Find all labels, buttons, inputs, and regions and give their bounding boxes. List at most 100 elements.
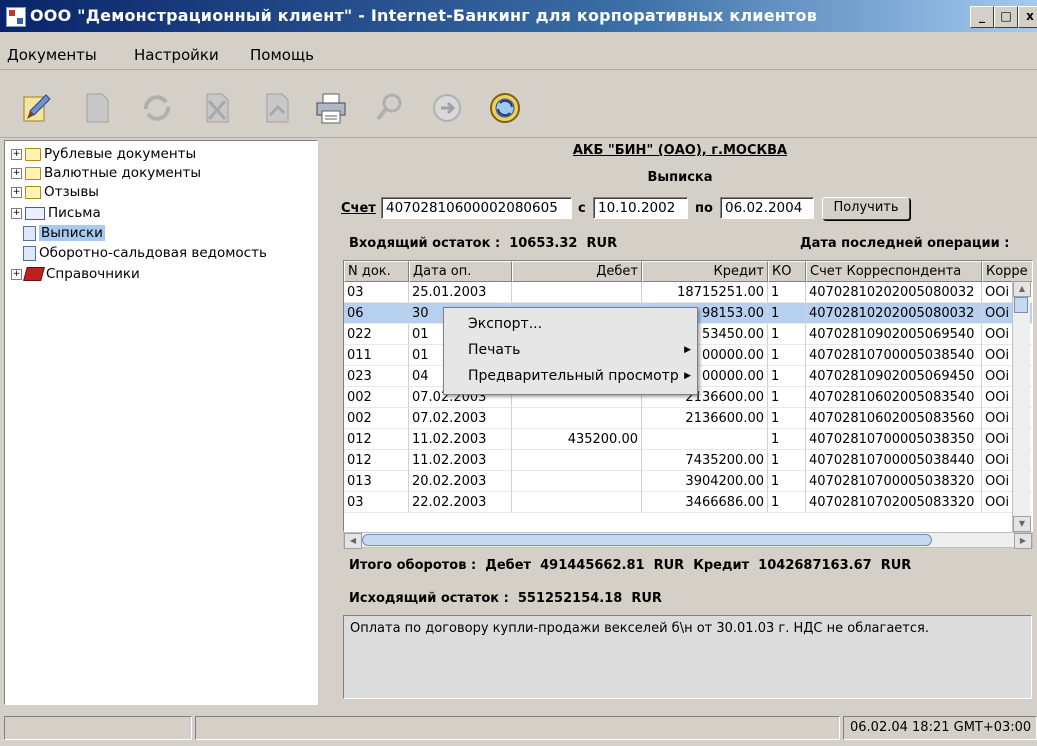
folder-icon [25, 147, 41, 161]
cell-ko: 1 [768, 324, 806, 345]
minimize-button[interactable]: _ [970, 6, 994, 28]
tree-item-letters[interactable]: + Письма [11, 204, 101, 222]
cell-debit [512, 408, 642, 429]
cell-doc-number: 012 [344, 450, 409, 471]
cell-debit [512, 471, 642, 492]
cell-operation-date: 25.01.2003 [409, 282, 512, 303]
horizontal-scrollbar[interactable]: ◀ ▶ [343, 532, 1033, 549]
folder-icon [25, 166, 41, 180]
cell-correspondent-account: 40702810700005038540 [806, 345, 982, 366]
expand-icon[interactable]: + [11, 186, 22, 198]
document-icon[interactable] [78, 89, 116, 127]
submenu-arrow-icon: ▶ [684, 345, 691, 355]
get-button[interactable]: Получить [822, 197, 910, 220]
table-row[interactable]: 012 11.02.2003 435200.00 1 40702810700005038… [344, 429, 1032, 450]
folder-icon [25, 185, 41, 199]
vertical-scrollbar[interactable]: ▲ ▼ [1012, 281, 1031, 532]
table-row[interactable]: 012 11.02.2003 7435200.00 1 4070281070000503… [344, 450, 1032, 471]
account-field[interactable]: 40702810600002080605 [381, 197, 572, 219]
date-to-field[interactable]: 06.02.2004 [720, 197, 814, 219]
statement-table: N док. Дата оп. Дебет Кредит КО Счет Кор… [343, 260, 1033, 532]
toolbar [0, 73, 1037, 138]
cell-correspondent-account: 40702810202005080032 [806, 282, 982, 303]
scroll-right-icon[interactable]: ▶ [1014, 533, 1032, 549]
cell-doc-number: 011 [344, 345, 409, 366]
menu-documents[interactable]: Документы [7, 46, 97, 64]
table-row[interactable]: 002 07.02.2003 2136600.00 1 4070281060200508… [344, 408, 1032, 429]
tree-item-label: Выписки [39, 225, 105, 241]
delete-icon[interactable] [198, 89, 236, 127]
tree-item-directories[interactable]: + Справочники [11, 265, 140, 283]
menu-item-label: Экспорт... [468, 316, 543, 332]
expand-icon[interactable]: + [11, 207, 22, 219]
cell-credit [642, 429, 768, 450]
cell-doc-number: 06 [344, 303, 409, 324]
opening-balance: Входящий остаток : 10653.32 RUR [349, 236, 618, 251]
turnover-totals: Итого оборотов : Дебет 491445662.81 RUR … [349, 558, 912, 573]
expand-icon[interactable]: + [11, 167, 22, 179]
send-icon[interactable] [428, 89, 466, 127]
cell-operation-date: 20.02.2003 [409, 471, 512, 492]
expand-icon[interactable]: + [11, 148, 22, 160]
date-from-field[interactable]: 10.10.2002 [593, 197, 688, 219]
column-header-ko[interactable]: КО [768, 261, 806, 282]
cell-debit: 435200.00 [512, 429, 642, 450]
tree-item-label: Оборотно-сальдовая ведомость [39, 245, 267, 261]
from-label: с [578, 201, 586, 216]
scroll-thumb[interactable] [362, 534, 932, 546]
submenu-arrow-icon: ▶ [684, 371, 691, 381]
cell-correspondent-account: 40702810702005083320 [806, 492, 982, 513]
cell-doc-number: 022 [344, 324, 409, 345]
menu-item-label: Предварительный просмотр [468, 368, 679, 384]
cell-ko: 1 [768, 387, 806, 408]
sign-icon[interactable] [258, 89, 296, 127]
menu-item-preview[interactable]: Предварительный просмотр ▶ [444, 364, 699, 388]
cell-operation-date: 22.02.2003 [409, 492, 512, 513]
search-icon[interactable] [370, 89, 408, 127]
menu-item-export[interactable]: Экспорт... [444, 312, 699, 336]
printer-icon[interactable] [312, 89, 350, 127]
column-header-doc-number[interactable]: N док. [344, 261, 409, 282]
cell-ko: 1 [768, 492, 806, 513]
cell-ko: 1 [768, 282, 806, 303]
table-row[interactable]: 013 20.02.2003 3904200.00 1 4070281070000503… [344, 471, 1032, 492]
table-row[interactable]: 03 22.02.2003 3466686.00 1 40702810702005083… [344, 492, 1032, 513]
tree-item-ruble-documents[interactable]: + Рублевые документы [11, 145, 196, 163]
title-bar[interactable]: ООО "Демонстрационный клиент" - Internet… [0, 0, 1037, 32]
tree-item-turnover-sheet[interactable]: Оборотно-сальдовая ведомость [23, 244, 267, 262]
scroll-thumb[interactable] [1014, 297, 1028, 313]
column-header-debit[interactable]: Дебет [512, 261, 642, 282]
cell-operation-date: 11.02.2003 [409, 429, 512, 450]
edit-icon[interactable] [18, 89, 56, 127]
tree-item-statements[interactable]: Выписки [23, 224, 105, 242]
maximize-button[interactable]: □ [994, 6, 1018, 28]
column-header-operation-date[interactable]: Дата оп. [409, 261, 512, 282]
cell-doc-number: 012 [344, 429, 409, 450]
tree-item-revocations[interactable]: + Отзывы [11, 183, 99, 201]
expand-icon[interactable]: + [11, 268, 22, 280]
tree-item-label: Рублевые документы [44, 146, 197, 162]
cell-ko: 1 [768, 345, 806, 366]
menu-help[interactable]: Помощь [250, 46, 314, 64]
tree-item-label: Письма [48, 205, 101, 221]
scroll-left-icon[interactable]: ◀ [344, 533, 362, 549]
cell-correspondent-account: 40702810902005069450 [806, 366, 982, 387]
context-menu: Экспорт... Печать ▶ Предварительный прос… [443, 307, 698, 395]
menu-settings[interactable]: Настройки [134, 46, 219, 64]
cell-doc-number: 03 [344, 492, 409, 513]
table-row[interactable]: 03 25.01.2003 18715251.00 1 4070281020200508… [344, 282, 1032, 303]
cell-correspondent-account: 40702810700005038440 [806, 450, 982, 471]
column-header-correspondent-account[interactable]: Счет Корреспондента [806, 261, 982, 282]
refresh-icon[interactable] [138, 89, 176, 127]
cell-ko: 1 [768, 303, 806, 324]
tree-item-currency-documents[interactable]: + Валютные документы [11, 164, 201, 182]
scroll-down-icon[interactable]: ▼ [1013, 516, 1031, 532]
account-label[interactable]: Счет [341, 201, 376, 216]
column-header-credit[interactable]: Кредит [642, 261, 768, 282]
app-icon [6, 7, 26, 27]
scroll-up-icon[interactable]: ▲ [1013, 281, 1031, 297]
receive-icon[interactable] [486, 89, 524, 127]
column-header-correspondent[interactable]: Корре [982, 261, 1032, 282]
close-button[interactable]: x [1018, 6, 1037, 28]
menu-item-print[interactable]: Печать ▶ [444, 338, 699, 362]
